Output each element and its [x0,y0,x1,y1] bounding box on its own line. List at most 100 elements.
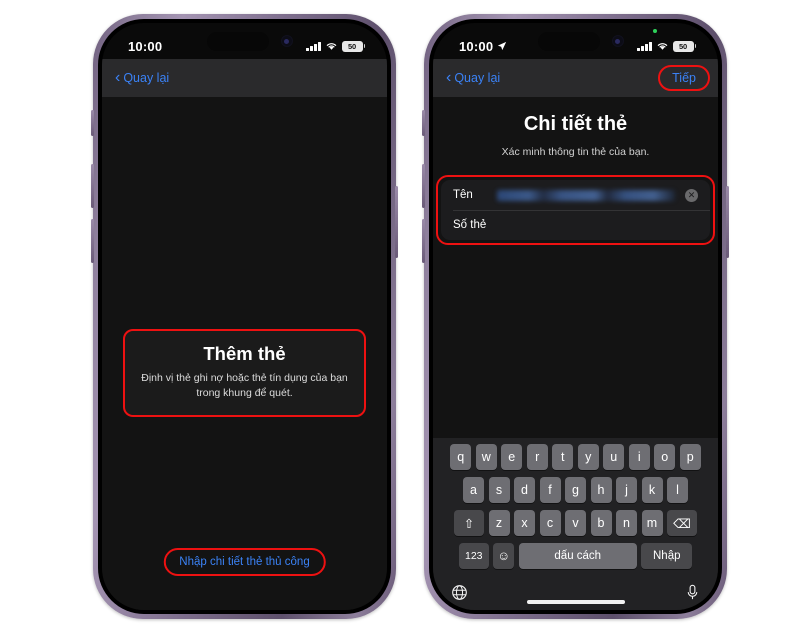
scan-viewfinder-area: Thêm thẻ Định vị thẻ ghi nợ hoặc thẻ tín… [102,97,387,610]
phone-bezel: 10:00 50 [98,19,391,614]
key-x[interactable]: x [514,510,535,536]
key-l[interactable]: l [667,477,688,503]
status-time: 10:00 [459,38,494,54]
keyboard-row-1: qwertyuiop [435,444,716,470]
battery-cap-icon [694,44,696,48]
volume-down-button[interactable] [422,219,425,263]
phone-device-scan: 10:00 50 ‹ Quay lại Thêm thẻ Định vị thẻ… [91,14,398,619]
back-button[interactable]: ‹ Quay lại [115,68,170,86]
back-button[interactable]: ‹ Quay lại [446,68,501,86]
location-arrow-icon [498,41,507,51]
numbers-key[interactable]: 123 [458,543,489,569]
key-f[interactable]: f [539,477,561,503]
screenshot-canvas: 10:00 50 ‹ Quay lại Thêm thẻ Định vị thẻ… [0,0,800,633]
key-v[interactable]: v [565,510,586,536]
return-key[interactable]: Nhập [641,543,693,569]
volume-up-button[interactable] [91,164,94,208]
keyboard-bottom-bar [435,576,716,610]
key-p[interactable]: p [679,444,701,470]
key-t[interactable]: t [552,444,574,470]
form-row-card-number[interactable]: Số thẻ [441,210,710,240]
globe-icon[interactable] [451,584,468,605]
front-camera-icon [611,35,624,47]
key-d[interactable]: d [514,477,535,503]
add-card-title: Thêm thẻ [203,343,286,364]
microphone-icon[interactable] [685,584,700,605]
space-key[interactable]: dấu cách [518,543,637,569]
chevron-left-icon: ‹ [446,68,452,86]
page-subtitle: Xác minh thông tin thẻ của bạn. [501,146,650,158]
phone-screen-scan: 10:00 50 ‹ Quay lại Thêm thẻ Định vị thẻ… [102,23,387,610]
cellular-signal-icon [637,41,652,51]
page-title: Chi tiết thẻ [523,113,628,135]
phone-bezel: 10:00 50 [429,19,722,614]
key-c[interactable]: c [539,510,561,536]
key-i[interactable]: i [628,444,650,470]
front-camera-icon [280,35,293,47]
privacy-indicator-icon [653,29,657,33]
key-u[interactable]: u [603,444,625,470]
add-card-instruction-card: Thêm thẻ Định vị thẻ ghi nợ hoặc thẻ tín… [123,329,366,418]
key-g[interactable]: g [565,477,586,503]
volume-down-button[interactable] [91,219,94,263]
key-r[interactable]: r [526,444,548,470]
status-indicators: 50 [637,40,696,52]
action-button[interactable] [422,110,425,136]
dynamic-island [206,32,269,51]
power-button[interactable] [726,186,729,258]
battery-cap-icon [363,44,365,48]
key-a[interactable]: a [463,477,484,503]
key-y[interactable]: y [577,444,599,470]
shift-key[interactable]: ⇧ [454,510,484,536]
key-m[interactable]: m [641,510,663,536]
power-button[interactable] [395,186,398,258]
manual-entry-button[interactable]: Nhập chi tiết thẻ thủ công [163,548,326,576]
navigation-bar: ‹ Quay lại [102,59,387,97]
home-indicator[interactable] [526,600,625,604]
phone-device-details: 10:00 50 ‹ Quay lại Tiếp Chi tiết thẻ Xá… [422,14,729,619]
back-button-label: Quay lại [123,71,170,85]
battery-percent: 50 [341,40,363,52]
key-h[interactable]: h [590,477,612,503]
emoji-key[interactable]: ☺ [493,543,515,569]
on-screen-keyboard: qwertyuiop asdfghjkl ⇧ zxcvbnm ⌫ 123 ☺ d… [433,438,718,610]
phone-screen-details: 10:00 50 ‹ Quay lại Tiếp Chi tiết thẻ Xá… [433,23,718,610]
wifi-icon [326,43,336,50]
form-row-name[interactable]: Tên ✕ [441,180,710,210]
key-z[interactable]: z [488,510,510,536]
card-details-page: Chi tiết thẻ Xác minh thông tin thẻ của … [433,97,718,610]
card-form-wrapper: Tên ✕ Số thẻ [436,175,715,245]
action-button[interactable] [91,110,94,136]
status-time-group: 10:00 [459,39,507,54]
keyboard-row-4: 123 ☺ dấu cách Nhập [435,543,716,569]
key-b[interactable]: b [590,510,612,536]
key-w[interactable]: w [475,444,497,470]
key-e[interactable]: e [501,444,523,470]
key-q[interactable]: q [450,444,472,470]
key-n[interactable]: n [616,510,637,536]
name-field-label: Tên [453,189,473,201]
clear-icon[interactable]: ✕ [685,188,698,202]
card-form: Tên ✕ Số thẻ [441,180,710,240]
dynamic-island [537,32,600,51]
key-k[interactable]: k [641,477,663,503]
battery-percent: 50 [672,40,694,52]
key-s[interactable]: s [488,477,510,503]
key-o[interactable]: o [654,444,676,470]
status-time: 10:00 [128,38,163,54]
status-indicators: 50 [306,40,365,52]
key-j[interactable]: j [616,477,637,503]
back-button-label: Quay lại [454,71,501,85]
volume-up-button[interactable] [422,164,425,208]
add-card-subtitle: Định vị thẻ ghi nợ hoặc thẻ tín dụng của… [141,372,348,400]
keyboard-row-3: ⇧ zxcvbnm ⌫ [435,510,716,536]
card-number-field-label: Số thẻ [453,219,487,231]
cellular-signal-icon [306,41,321,51]
keyboard-row-2: asdfghjkl [435,477,716,503]
chevron-left-icon: ‹ [115,68,121,86]
next-button[interactable]: Tiếp [663,68,705,88]
wifi-icon [657,43,667,50]
name-field-value-redacted[interactable] [497,189,675,201]
status-time-group: 10:00 [128,39,162,54]
backspace-key[interactable]: ⌫ [667,510,697,536]
